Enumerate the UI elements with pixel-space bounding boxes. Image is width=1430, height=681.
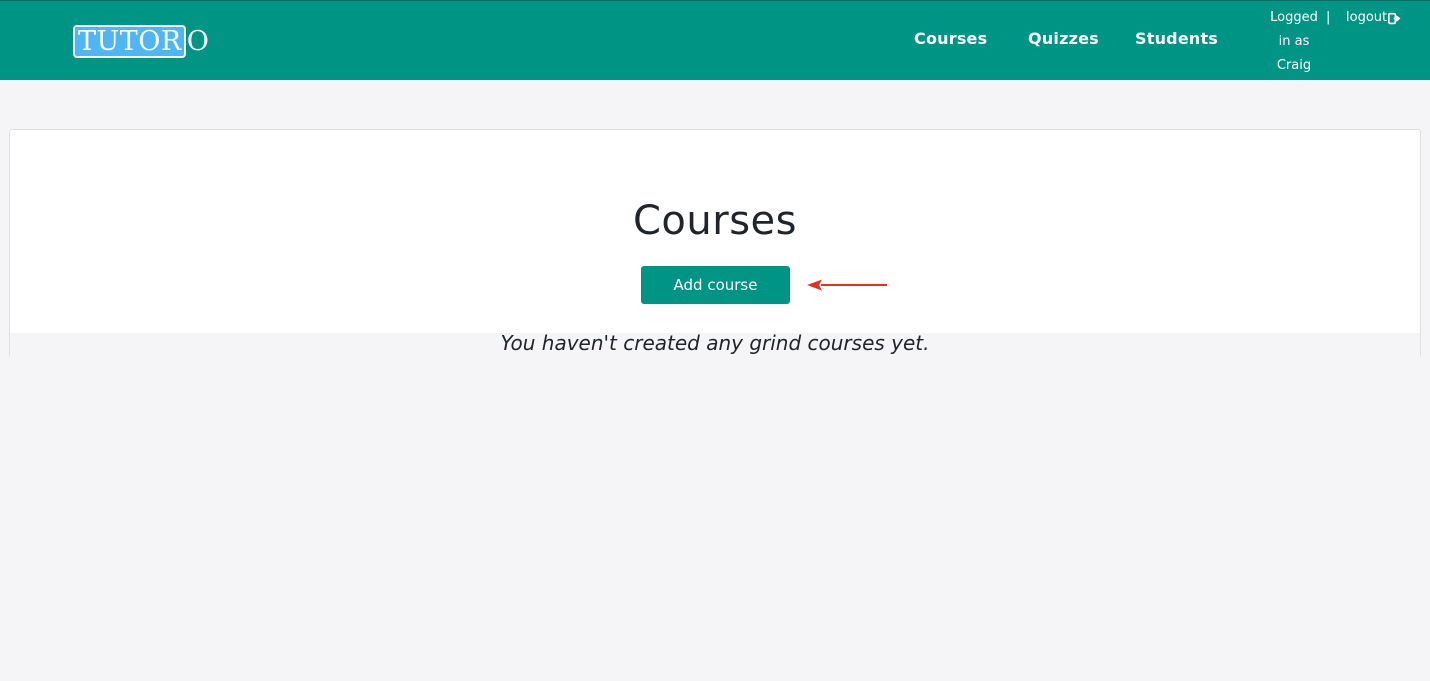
top-navbar: TUTOR O Courses Quizzes Students Logged i… [0,0,1430,80]
brand-logo[interactable]: TUTOR O [73,24,209,58]
logo-boxed-text: TUTOR [73,24,186,58]
logout-label: logout [1346,10,1388,25]
page-title: Courses [633,198,797,244]
user-info-line-2: in as [1278,34,1310,49]
nav-quizzes[interactable]: Quizzes [1028,29,1099,48]
add-course-button[interactable]: Add course [641,266,790,304]
logout-link[interactable]: logout [1346,6,1401,30]
nav-separator: | [1326,10,1331,25]
nav-courses[interactable]: Courses [914,29,987,48]
logged-in-user: Logged in as Craig [1264,6,1324,78]
nav-students[interactable]: Students [1135,29,1218,48]
user-info-line-3: Craig [1276,58,1312,73]
courses-card: Courses Add course You haven't created a… [9,129,1421,358]
user-info-line-1: Logged [1270,10,1318,25]
annotation-arrow [807,279,887,291]
empty-state-message: You haven't created any grind courses ye… [500,331,930,355]
logout-icon [1388,12,1401,24]
logo-tail-text: O [186,25,209,57]
